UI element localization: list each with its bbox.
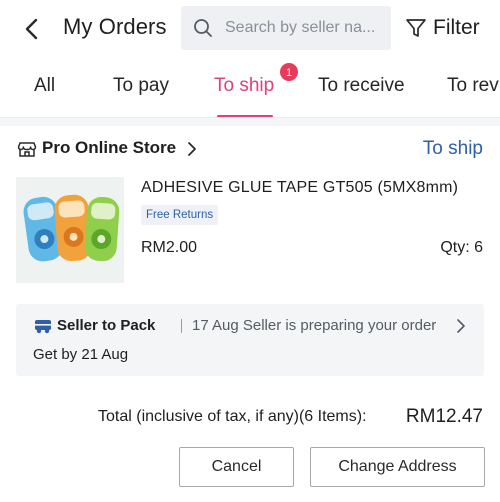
tab-to-ship[interactable]: To ship: [214, 75, 274, 97]
store-icon: [17, 142, 37, 157]
divider: [181, 319, 182, 333]
filter-button[interactable]: Filter: [405, 12, 480, 44]
tab-to-pay[interactable]: To pay: [113, 75, 169, 97]
product-quantity: Qty: 6: [440, 239, 483, 256]
store-name[interactable]: Pro Online Store: [42, 138, 176, 158]
cancel-button[interactable]: Cancel: [179, 447, 294, 487]
search-icon: [194, 19, 212, 37]
free-returns-badge: Free Returns: [141, 205, 219, 225]
search-input[interactable]: [225, 6, 385, 50]
order-total-amount: RM12.47: [405, 406, 483, 427]
tab-to-review[interactable]: To rev: [447, 75, 499, 97]
section-divider: [0, 118, 500, 126]
tab-to-ship-badge: 1: [279, 62, 299, 82]
product-price: RM2.00: [141, 239, 198, 256]
back-button[interactable]: [18, 14, 46, 44]
order-status-tabs: All To pay To ship 1 To receive To rev: [0, 58, 500, 118]
page-title: My Orders: [63, 14, 167, 39]
chevron-left-icon: [25, 18, 38, 40]
tab-to-receive[interactable]: To receive: [318, 75, 405, 97]
chevron-right-icon: [457, 319, 465, 333]
shipping-status-card[interactable]: Seller to Pack 17 Aug Seller is preparin…: [16, 304, 484, 376]
chevron-right-icon[interactable]: [185, 139, 199, 159]
shipping-status-message: 17 Aug Seller is preparing your order: [192, 317, 437, 334]
product-thumbnail[interactable]: [16, 177, 124, 283]
glue-tape-product-image: [16, 177, 124, 283]
tab-all[interactable]: All: [34, 75, 55, 97]
filter-label: Filter: [433, 16, 480, 39]
shipping-status-title: Seller to Pack: [57, 317, 156, 334]
order-total-label: Total (inclusive of tax, if any)(6 Items…: [98, 408, 367, 425]
filter-icon: [406, 19, 426, 37]
delivery-truck-icon: [35, 320, 51, 334]
search-box[interactable]: [181, 6, 391, 50]
product-title[interactable]: ADHESIVE GLUE TAPE GT505 (5MX8mm): [141, 179, 458, 197]
order-status-label: To ship: [422, 138, 483, 159]
store-header: Pro Online Store To ship: [0, 126, 500, 172]
change-address-button[interactable]: Change Address: [310, 447, 485, 487]
delivery-eta: Get by 21 Aug: [33, 346, 129, 363]
top-app-bar: My Orders Filter: [0, 0, 500, 58]
